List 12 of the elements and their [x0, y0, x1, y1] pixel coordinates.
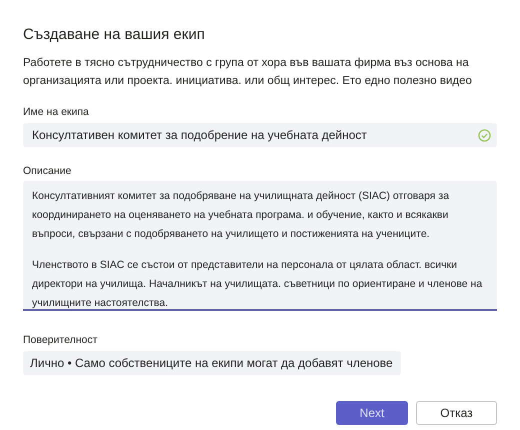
description-paragraph: Членството в SIAC се състои от представители на персонала от цялата област. всички директори на училища. Началникът на училищата. съветници по ориентиране и членове на училищните настоятелства.	[32, 258, 484, 311]
description-paragraph: Консултативният комитет за подобряване на училищната дейност (SIAC) отговаря за координирането на оценяването на учебната програма. и обучение, както и всякакви въпроси, свързани с подобряването на училището и постиженията на учениците.	[32, 189, 450, 242]
field-label: Поверителност	[23, 333, 98, 348]
description-field[interactable]	[23, 181, 497, 311]
next-button[interactable]: Next	[336, 401, 408, 425]
dialog-title: Създаване на вашия екип	[23, 25, 206, 45]
team-name-field[interactable]: Консултативен комитет за подобрение на учебната дейност	[23, 123, 497, 147]
intro-text: Работете в тясно сътрудничество с група от хора във вашата фирма въз основа на организацията или проекта. инициатива. или общ интерес. Ето едно полезно видео	[23, 56, 473, 89]
cancel-button[interactable]: Отказ	[416, 401, 497, 425]
privacy-field[interactable]: Лично • Само собствениците на екипи могат да добавят членове	[23, 351, 401, 375]
field-label: Описание	[23, 164, 72, 179]
field-label: Име на екипа	[23, 105, 90, 120]
